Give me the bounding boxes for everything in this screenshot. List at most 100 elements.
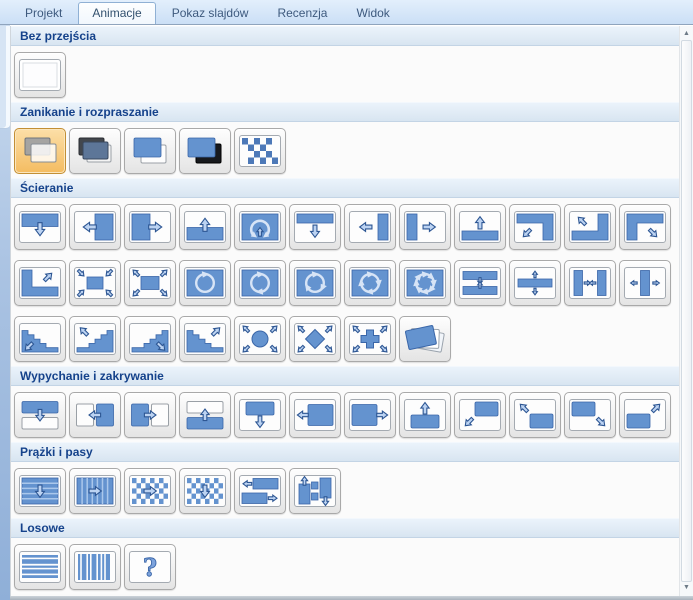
transition-icon-blinds-v[interactable] bbox=[69, 468, 121, 514]
transition-icon-split-v-out[interactable] bbox=[619, 260, 671, 306]
section-header-zanikanie-i-rozpraszanie: Zanikanie i rozpraszanie bbox=[11, 102, 679, 122]
transition-icon-wheel-8[interactable] bbox=[399, 260, 451, 306]
transition-icon-cover-left-up[interactable] bbox=[509, 392, 561, 438]
transition-icon-uncover-down[interactable] bbox=[289, 204, 341, 250]
transition-icon-push-left[interactable] bbox=[69, 392, 121, 438]
dissolve-dark-glyph bbox=[183, 134, 227, 168]
transition-icon-uncover-up[interactable] bbox=[454, 204, 506, 250]
transition-icon-wipe-left[interactable] bbox=[69, 204, 121, 250]
transition-icon-comb-h[interactable] bbox=[234, 468, 286, 514]
transition-icon-wipe-right[interactable] bbox=[124, 204, 176, 250]
transition-icon-dissolve-dark[interactable] bbox=[179, 128, 231, 174]
transition-icon-uncover-left[interactable] bbox=[344, 204, 396, 250]
gallery-scrollbar[interactable]: ▲ ▼ bbox=[679, 26, 693, 596]
transition-icon-cover-right[interactable] bbox=[344, 392, 396, 438]
transition-icon-wheel-2[interactable] bbox=[234, 260, 286, 306]
uncover-down-glyph bbox=[293, 210, 337, 244]
scrollbar-down-icon[interactable]: ▼ bbox=[680, 583, 693, 593]
transition-icon-newsflash[interactable] bbox=[399, 316, 451, 362]
transition-icon-blinds-h[interactable] bbox=[14, 468, 66, 514]
checker-right-glyph bbox=[128, 474, 172, 508]
transition-icon-uncover-left-up[interactable] bbox=[564, 204, 616, 250]
transition-icon-cover-left[interactable] bbox=[289, 392, 341, 438]
transition-icon-cover-left-down[interactable] bbox=[454, 392, 506, 438]
cover-up-glyph bbox=[403, 398, 447, 432]
transition-icon-shape-circle[interactable] bbox=[234, 316, 286, 362]
transition-icon-push-down[interactable] bbox=[14, 392, 66, 438]
scrollbar-thumb[interactable] bbox=[681, 40, 692, 582]
transition-icon-fade-black[interactable] bbox=[69, 128, 121, 174]
split-h-in-glyph bbox=[458, 266, 502, 300]
random-bars-v-glyph bbox=[73, 550, 117, 584]
transition-icon-checker-down[interactable] bbox=[179, 468, 231, 514]
transition-icon-push-right[interactable] bbox=[124, 392, 176, 438]
tab-recenzja[interactable]: Recenzja bbox=[264, 2, 340, 24]
transition-icon-strips-left-down[interactable] bbox=[14, 316, 66, 362]
push-right-glyph bbox=[128, 398, 172, 432]
random-bars-h-glyph bbox=[18, 550, 62, 584]
transition-icon-wheel-4[interactable] bbox=[344, 260, 396, 306]
slide-panel-edge bbox=[0, 26, 10, 129]
transition-icon-fade-smooth[interactable] bbox=[14, 128, 66, 174]
transition-icon-dissolve[interactable] bbox=[124, 128, 176, 174]
transition-icon-shape-diamond[interactable] bbox=[289, 316, 341, 362]
transition-icon-wipe-down[interactable] bbox=[14, 204, 66, 250]
strips-right-up-glyph bbox=[183, 322, 227, 356]
uncover-right-up-glyph bbox=[18, 266, 62, 300]
transition-icon-random[interactable]: ? bbox=[124, 544, 176, 590]
section-header-scieranie: Ścieranie bbox=[11, 178, 679, 198]
icon-row bbox=[11, 198, 679, 254]
transition-icon-wheel-3[interactable] bbox=[289, 260, 341, 306]
transition-icon-checker-right[interactable] bbox=[124, 468, 176, 514]
transition-icon-split-v-in[interactable] bbox=[564, 260, 616, 306]
transition-icon-random-bars-v[interactable] bbox=[69, 544, 121, 590]
tab-projekt[interactable]: Projekt bbox=[12, 2, 75, 24]
push-up-glyph bbox=[183, 398, 227, 432]
icon-row bbox=[11, 254, 679, 310]
uncover-left-down-glyph bbox=[513, 210, 557, 244]
uncover-left-glyph bbox=[348, 210, 392, 244]
shape-plus-glyph bbox=[348, 322, 392, 356]
split-v-in-glyph bbox=[568, 266, 612, 300]
scrollbar-up-icon[interactable]: ▲ bbox=[680, 29, 693, 39]
uncover-up-glyph bbox=[458, 210, 502, 244]
transition-icon-uncover-left-down[interactable] bbox=[509, 204, 561, 250]
transition-icon-cover-up[interactable] bbox=[399, 392, 451, 438]
transition-icon-push-up[interactable] bbox=[179, 392, 231, 438]
transition-icon-blank[interactable] bbox=[14, 52, 66, 98]
transition-icon-wedge[interactable] bbox=[234, 204, 286, 250]
transition-icon-split-h-out[interactable] bbox=[509, 260, 561, 306]
blinds-h-glyph bbox=[18, 474, 62, 508]
cover-right-down-glyph bbox=[568, 398, 612, 432]
transition-icon-strips-right-up[interactable] bbox=[179, 316, 231, 362]
transition-icon-checker-dissolve[interactable] bbox=[234, 128, 286, 174]
tab-animacje[interactable]: Animacje bbox=[78, 2, 155, 24]
uncover-left-up-glyph bbox=[568, 210, 612, 244]
box-out-glyph bbox=[128, 266, 172, 300]
transition-icon-strips-left-up[interactable] bbox=[69, 316, 121, 362]
cover-left-up-glyph bbox=[513, 398, 557, 432]
wheel-8-glyph bbox=[403, 266, 447, 300]
wedge-glyph bbox=[238, 210, 282, 244]
transition-icon-uncover-right[interactable] bbox=[399, 204, 451, 250]
transition-icon-uncover-right-up[interactable] bbox=[14, 260, 66, 306]
section-header-wypychanie-i-zakrywanie: Wypychanie i zakrywanie bbox=[11, 366, 679, 386]
transition-icon-random-bars-h[interactable] bbox=[14, 544, 66, 590]
tab-pokaz-slajdow[interactable]: Pokaz slajdów bbox=[159, 2, 262, 24]
transition-icon-box-out[interactable] bbox=[124, 260, 176, 306]
transition-icon-shape-plus[interactable] bbox=[344, 316, 396, 362]
transition-icon-wheel-1[interactable] bbox=[179, 260, 231, 306]
transition-icon-cover-down[interactable] bbox=[234, 392, 286, 438]
transition-icon-uncover-right-down[interactable] bbox=[619, 204, 671, 250]
wheel-4-glyph bbox=[348, 266, 392, 300]
transition-icon-split-h-in[interactable] bbox=[454, 260, 506, 306]
transition-icon-cover-right-up[interactable] bbox=[619, 392, 671, 438]
shape-diamond-glyph bbox=[293, 322, 337, 356]
transition-icon-cover-right-down[interactable] bbox=[564, 392, 616, 438]
fade-smooth-glyph bbox=[18, 134, 62, 168]
tab-widok[interactable]: Widok bbox=[343, 2, 402, 24]
transition-icon-comb-v[interactable] bbox=[289, 468, 341, 514]
transition-icon-box-in[interactable] bbox=[69, 260, 121, 306]
transition-icon-strips-right-down[interactable] bbox=[124, 316, 176, 362]
transition-icon-wipe-up[interactable] bbox=[179, 204, 231, 250]
